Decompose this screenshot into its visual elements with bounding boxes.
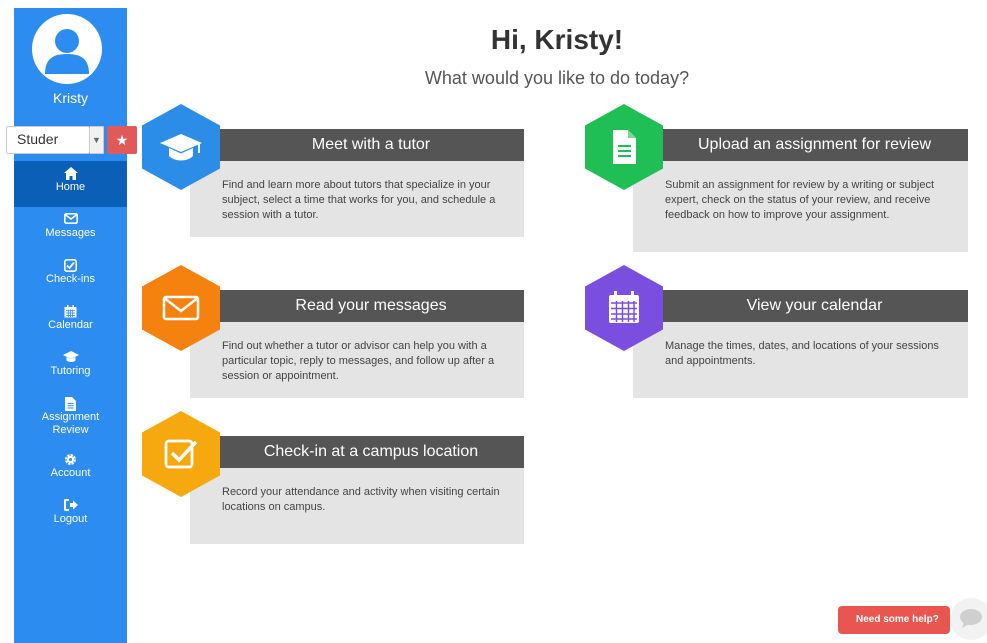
sidebar-item-account[interactable]: Account [14,447,127,493]
home-icon [14,161,127,180]
card-title[interactable]: Meet with a tutor [190,129,524,161]
sidebar-item-check-ins[interactable]: Check-ins [14,253,127,299]
sidebar-item-messages[interactable]: Messages [14,207,127,253]
action-card-meet-tutor[interactable]: Meet with a tutor Find and learn more ab… [142,104,524,238]
document-icon [14,391,127,411]
user-avatar [32,14,102,84]
page-title: Hi, Kristy! [490,24,624,55]
gear-icon [14,447,127,465]
sidebar-item-logout[interactable]: Logout [14,493,127,539]
sidebar-item-home[interactable]: Home [14,161,127,207]
chevron-down-icon[interactable]: ▼ [90,126,104,154]
sidebar-item-label: Assignment [41,411,100,423]
card-title[interactable]: Read your messages [190,290,524,322]
logout-icon [14,493,127,511]
user-name: Kristy [53,90,88,106]
envelope-icon [14,207,127,224]
role-select[interactable]: Studer [6,126,90,154]
sidebar-item-label: Calendar [48,319,93,331]
action-card-check-in[interactable]: Check-in at a campus location Record you… [142,411,524,545]
action-card-upload-assignment[interactable]: Upload an assignment for review Submit a… [585,104,968,254]
sidebar-item-tutoring[interactable]: Tutoring [14,345,127,391]
sidebar-item-label: Account [50,467,91,479]
card-description: Record your attendance and activity when… [190,468,524,544]
sidebar-item-label: Logout [53,513,88,525]
action-card-read-messages[interactable]: Read your messages Find out whether a tu… [142,265,524,399]
graduation-cap-icon [14,345,127,362]
envelope-icon [162,295,200,321]
document-icon [613,130,636,164]
user-icon [45,29,89,74]
sidebar-item-label: Tutoring [50,365,91,377]
chat-bubble-icon [960,609,982,628]
calendar-icon [609,291,639,323]
star-icon: ★ [115,132,129,148]
calendar-icon [14,299,127,318]
sidebar-item-label: Check-ins [46,273,95,285]
sidebar-item-calendar[interactable]: Calendar [14,299,127,345]
card-title[interactable]: Check-in at a campus location [190,436,524,468]
sidebar-item-label: Review [52,424,89,436]
card-title[interactable]: View your calendar [633,290,968,322]
sidebar: Kristy Studer ▼ ★ Home Messages Check-in… [6,8,137,643]
card-description: Find out whether a tutor or advisor can … [190,322,524,398]
checkbox-icon [164,439,198,469]
chat-button[interactable] [950,598,987,640]
sidebar-item-label: Home [55,181,86,193]
favorite-button[interactable]: ★ [107,126,137,154]
card-description: Submit an assignment for review by a wri… [633,161,968,252]
card-description: Find and learn more about tutors that sp… [190,161,524,237]
sidebar-item-assignment-review[interactable]: Assignment Review [14,391,127,447]
checkbox-icon [14,253,127,272]
need-help-button[interactable]: Need some help? [838,606,950,634]
page-subtitle: What would you like to do today? [424,68,690,88]
card-description: Manage the times, dates, and locations o… [633,322,968,398]
graduation-cap-icon [160,134,202,161]
sidebar-item-label: Messages [45,227,96,239]
card-title[interactable]: Upload an assignment for review [633,129,968,161]
action-card-view-calendar[interactable]: View your calendar Manage the times, dat… [585,265,968,399]
sidebar-nav: Home Messages Check-ins Calendar Tutorin… [14,161,127,539]
